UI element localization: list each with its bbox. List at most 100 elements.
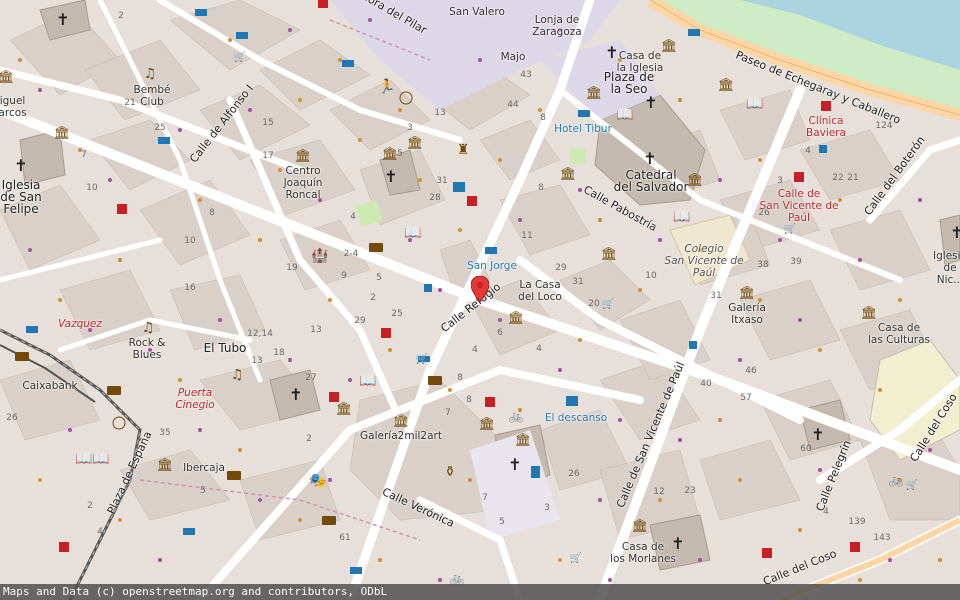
svg-text:11: 11 — [521, 231, 532, 241]
place-label: Majo — [500, 51, 526, 63]
svg-text:4: 4 — [536, 344, 542, 354]
svg-text:13: 13 — [251, 356, 262, 366]
svg-text:✝: ✝ — [508, 455, 521, 474]
place-label: San Valero — [449, 6, 505, 18]
svg-text:10: 10 — [184, 236, 196, 246]
svg-text:7: 7 — [81, 150, 87, 160]
svg-text:✝: ✝ — [950, 223, 960, 242]
svg-text:9: 9 — [341, 271, 347, 281]
place-label: Puerta Cinegio — [175, 387, 215, 411]
place-label: Hotel Tibur — [554, 123, 612, 135]
place-label: Calle de San Vicente de Paúl — [759, 188, 839, 224]
place-label: Bembé Club — [133, 84, 171, 108]
svg-text:7: 7 — [482, 493, 488, 503]
svg-text:🏛: 🏛 — [0, 69, 14, 85]
svg-text:10: 10 — [645, 271, 657, 281]
svg-text:📖: 📖 — [75, 451, 92, 467]
svg-text:40: 40 — [700, 379, 712, 389]
location-marker-icon[interactable] — [471, 276, 489, 302]
svg-text:4: 4 — [350, 212, 356, 222]
svg-text:🏛: 🏛 — [508, 310, 525, 326]
svg-text:📖: 📖 — [404, 225, 421, 241]
place-label: Colegio San Vicente de Paúl — [664, 243, 744, 279]
svg-text:🏰: 🏰 — [311, 247, 329, 264]
svg-text:15: 15 — [262, 118, 273, 128]
place-label: Galería2mil2art — [360, 430, 442, 442]
map-view[interactable]: ✝ ✝ ✝ ✝ ✝ ✝ ✝ ✝ ✝ ✝ ✝ 🏛 🏛 🏛 🏛 🏛 🏛 🏛 🏛 🏛 🏛 🏛 🏛 🏛 🏛 🏛 🏛 🏛 🏛 🏛 🏛 ♫… — [0, 0, 960, 600]
svg-text:23: 23 — [684, 486, 695, 496]
attribution-bar: Maps and Data (c) openstreetmap.org and … — [0, 584, 960, 600]
svg-text:12: 12 — [653, 487, 664, 497]
svg-text:39: 39 — [790, 257, 802, 267]
svg-text:2: 2 — [306, 434, 312, 444]
svg-text:🏛: 🏛 — [295, 148, 312, 164]
svg-text:🏛: 🏛 — [407, 135, 424, 151]
svg-text:🏛: 🏛 — [586, 85, 603, 101]
place-label: Galería Itxaso — [728, 302, 766, 326]
svg-text:🏛: 🏛 — [382, 146, 399, 162]
svg-text:♫: ♫ — [231, 367, 244, 383]
svg-text:31: 31 — [436, 176, 447, 186]
svg-text:⚱: ⚱ — [444, 464, 456, 480]
svg-text:📖: 📖 — [746, 96, 763, 112]
svg-text:🏛: 🏛 — [336, 401, 353, 417]
svg-text:🏛: 🏛 — [861, 305, 878, 321]
svg-text:46: 46 — [745, 366, 757, 376]
svg-text:61: 61 — [339, 533, 350, 543]
svg-text:🏛: 🏛 — [632, 518, 649, 534]
svg-text:5: 5 — [397, 149, 403, 159]
svg-text:18: 18 — [273, 348, 285, 358]
place-label: Casa de los Morlanes — [610, 541, 676, 565]
svg-text:4: 4 — [97, 527, 103, 537]
svg-text:10: 10 — [86, 183, 98, 193]
svg-text:🛒: 🛒 — [416, 352, 428, 365]
svg-text:🏛: 🏛 — [601, 246, 618, 262]
svg-text:📖: 📖 — [359, 373, 376, 389]
svg-text:🛒: 🛒 — [906, 478, 918, 491]
svg-text:17: 17 — [262, 151, 273, 161]
place-label: Clínica Baviera — [806, 115, 846, 139]
svg-text:60: 60 — [800, 444, 812, 454]
svg-text:6: 6 — [497, 328, 503, 338]
svg-text:5: 5 — [376, 273, 382, 283]
place-label: Vazquez — [58, 318, 102, 330]
svg-text:31: 31 — [710, 291, 721, 301]
svg-text:📖: 📖 — [92, 451, 109, 467]
place-label: Plaza de la Seo — [603, 70, 655, 96]
svg-text:🛒: 🛒 — [602, 297, 614, 310]
svg-text:🎭: 🎭 — [309, 473, 326, 489]
svg-text:7: 7 — [445, 408, 451, 418]
svg-text:2-4: 2-4 — [344, 249, 359, 259]
svg-text:21: 21 — [847, 173, 858, 183]
place-label: San Jorge — [467, 260, 517, 272]
svg-text:25: 25 — [391, 309, 402, 319]
svg-text:4: 4 — [805, 146, 811, 156]
svg-text:🏛: 🏛 — [739, 285, 756, 301]
svg-text:✝: ✝ — [289, 385, 302, 404]
svg-text:4: 4 — [472, 345, 478, 355]
svg-text:139: 139 — [848, 517, 865, 527]
svg-text:🚲: 🚲 — [889, 473, 904, 487]
svg-text:✝: ✝ — [14, 156, 27, 175]
svg-text:🚲: 🚲 — [450, 571, 465, 585]
svg-text:20: 20 — [588, 299, 600, 309]
svg-text:12,14: 12,14 — [247, 329, 273, 339]
svg-text:3: 3 — [544, 503, 550, 513]
svg-text:🏛: 🏛 — [393, 413, 410, 429]
place-label: Iglesia de San Felipe — [0, 178, 42, 216]
svg-text:📖: 📖 — [673, 209, 690, 225]
svg-text:♜: ♜ — [457, 142, 470, 158]
svg-text:🏛: 🏛 — [687, 172, 704, 188]
svg-text:5: 5 — [499, 517, 505, 527]
svg-text:31: 31 — [572, 277, 583, 287]
svg-text:27: 27 — [305, 373, 316, 383]
svg-text:📖: 📖 — [616, 107, 633, 123]
svg-text:35: 35 — [159, 428, 170, 438]
svg-text:🚲: 🚲 — [509, 409, 524, 423]
svg-text:3: 3 — [777, 176, 783, 186]
svg-text:🏛: 🏛 — [515, 432, 532, 448]
place-label: Iglesia de Nic... — [933, 250, 960, 286]
svg-text:8: 8 — [466, 395, 472, 405]
svg-text:✝: ✝ — [811, 425, 824, 444]
svg-text:38: 38 — [757, 260, 769, 270]
